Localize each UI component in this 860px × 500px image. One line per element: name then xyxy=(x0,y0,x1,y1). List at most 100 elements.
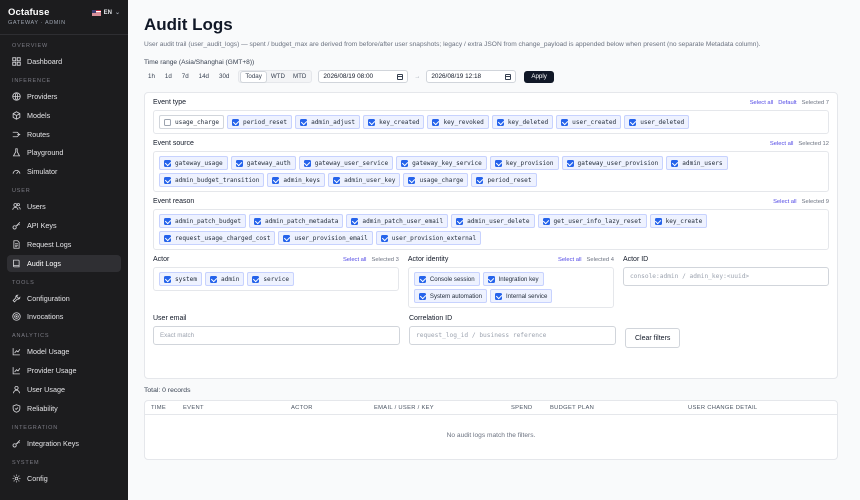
filter-option-event-type[interactable]: key_deleted xyxy=(491,115,554,129)
event-type-select-all[interactable]: Select all xyxy=(750,100,774,106)
sidebar-item-models[interactable]: Models xyxy=(7,107,121,124)
correlation-id-input[interactable]: request_log_id / business reference xyxy=(409,326,616,345)
checkbox-checked-icon[interactable] xyxy=(351,217,359,225)
event-source-select-all[interactable]: Select all xyxy=(770,141,794,147)
filter-option-actor-identity[interactable]: Integration key xyxy=(482,272,544,286)
checkbox-checked-icon[interactable] xyxy=(496,118,504,126)
checkbox-checked-icon[interactable] xyxy=(333,176,341,184)
filter-option-actor-identity[interactable]: Console session xyxy=(413,272,480,286)
sidebar-item-dashboard[interactable]: Dashboard xyxy=(7,53,121,70)
actor-select-all[interactable]: Select all xyxy=(343,257,367,263)
sidebar-item-routes[interactable]: Routes xyxy=(7,126,121,143)
column-header-event[interactable]: EVENT xyxy=(183,405,204,411)
filter-option-event-source[interactable]: usage_charge xyxy=(403,173,469,187)
quick-range-30d[interactable]: 30d xyxy=(215,71,233,83)
sidebar-item-configuration[interactable]: Configuration xyxy=(7,290,121,307)
filter-option-event-type[interactable]: usage_charge xyxy=(159,115,225,129)
checkbox-checked-icon[interactable] xyxy=(368,118,376,126)
checkbox-checked-icon[interactable] xyxy=(456,217,464,225)
filter-option-event-type[interactable]: key_revoked xyxy=(427,115,489,129)
checkbox-checked-icon[interactable] xyxy=(164,217,171,225)
event-type-default[interactable]: Default xyxy=(778,100,796,106)
checkbox-checked-icon[interactable] xyxy=(418,275,426,283)
checkbox-checked-icon[interactable] xyxy=(272,176,280,184)
sidebar-item-api-keys[interactable]: API Keys xyxy=(7,217,121,234)
checkbox-checked-icon[interactable] xyxy=(254,217,262,225)
sidebar-item-integration-keys[interactable]: Integration Keys xyxy=(7,435,121,452)
column-header-budget-plan[interactable]: BUDGET PLAN xyxy=(550,405,594,411)
sidebar-item-model-usage[interactable]: Model Usage xyxy=(7,343,121,360)
sidebar-item-providers[interactable]: Providers xyxy=(7,88,121,105)
apply-button[interactable]: Apply xyxy=(524,70,554,83)
checkbox-checked-icon[interactable] xyxy=(542,217,550,225)
sidebar-item-invocations[interactable]: Invocations xyxy=(7,308,121,325)
filter-option-event-type[interactable]: key_created xyxy=(363,115,425,129)
filter-option-actor[interactable]: system xyxy=(159,272,203,286)
from-datetime-input[interactable]: 2026/08/19 08:00 xyxy=(318,70,409,83)
filter-option-event-source[interactable]: gateway_user_service xyxy=(298,156,394,170)
quick-range-1h[interactable]: 1h xyxy=(144,71,159,83)
filter-option-event-type[interactable]: period_reset xyxy=(227,115,293,129)
sidebar-item-playground[interactable]: Playground xyxy=(7,144,121,161)
sidebar-item-users[interactable]: Users xyxy=(7,198,121,215)
filter-option-event-reason[interactable]: key_create xyxy=(649,214,708,228)
filter-option-actor-identity[interactable]: System automation xyxy=(413,289,488,303)
quick-range-7d[interactable]: 7d xyxy=(178,71,193,83)
checkbox-checked-icon[interactable] xyxy=(671,159,679,167)
filter-option-event-reason[interactable]: user_provision_external xyxy=(375,231,482,245)
checkbox-checked-icon[interactable] xyxy=(252,275,260,283)
checkbox-checked-icon[interactable] xyxy=(654,217,662,225)
filter-option-event-source[interactable]: key_provision xyxy=(489,156,559,170)
clear-filters-button[interactable]: Clear filters xyxy=(625,328,681,348)
column-header-user-change-detail[interactable]: USER CHANGE DETAIL xyxy=(688,405,757,411)
language-switcher[interactable]: EN ⌄ xyxy=(91,9,120,16)
checkbox-checked-icon[interactable] xyxy=(164,159,171,167)
checkbox-checked-icon[interactable] xyxy=(487,275,495,283)
checkbox-checked-icon[interactable] xyxy=(401,159,409,167)
filter-option-event-reason[interactable]: get_user_info_lazy_reset xyxy=(537,214,647,228)
checkbox-checked-icon[interactable] xyxy=(164,176,171,184)
filter-option-event-reason[interactable]: admin_patch_budget xyxy=(159,214,247,228)
checkbox-checked-icon[interactable] xyxy=(283,234,291,242)
filter-option-event-type[interactable]: user_created xyxy=(556,115,622,129)
sidebar-item-user-usage[interactable]: User Usage xyxy=(7,381,121,398)
column-header-email-user-key[interactable]: EMAIL / USER / KEY xyxy=(374,405,434,411)
actor-identity-select-all[interactable]: Select all xyxy=(558,257,582,263)
filter-option-event-source[interactable]: gateway_auth xyxy=(230,156,296,170)
sidebar-item-audit-logs[interactable]: Audit Logs xyxy=(7,254,121,272)
checkbox-checked-icon[interactable] xyxy=(418,292,426,300)
filter-option-event-type[interactable]: admin_adjust xyxy=(295,115,361,129)
filter-option-event-source[interactable]: gateway_usage xyxy=(159,156,228,170)
checkbox-checked-icon[interactable] xyxy=(235,159,243,167)
checkbox-checked-icon[interactable] xyxy=(476,176,484,184)
period-mtd[interactable]: MTD xyxy=(289,71,310,83)
filter-option-event-reason[interactable]: request_usage_charged_cost xyxy=(159,231,276,245)
user-email-input[interactable]: Exact match xyxy=(153,326,400,345)
checkbox-checked-icon[interactable] xyxy=(629,118,637,126)
filter-option-event-reason[interactable]: user_provision_email xyxy=(278,231,373,245)
checkbox-checked-icon[interactable] xyxy=(566,159,574,167)
checkbox-checked-icon[interactable] xyxy=(561,118,569,126)
filter-option-event-source[interactable]: gateway_key_service xyxy=(396,156,487,170)
checkbox-checked-icon[interactable] xyxy=(303,159,311,167)
quick-range-1d[interactable]: 1d xyxy=(161,71,176,83)
period-wtd[interactable]: WTD xyxy=(267,71,289,83)
column-header-actor[interactable]: ACTOR xyxy=(291,405,313,411)
checkbox-checked-icon[interactable] xyxy=(380,234,388,242)
actor-id-input[interactable]: console:admin / admin_key:<uuid> xyxy=(622,267,829,286)
filter-option-event-source[interactable]: admin_user_key xyxy=(328,173,401,187)
column-header-spend[interactable]: SPEND xyxy=(511,405,532,411)
checkbox-checked-icon[interactable] xyxy=(432,118,440,126)
checkbox-checked-icon[interactable] xyxy=(232,118,240,126)
sidebar-item-reliability[interactable]: Reliability xyxy=(7,400,121,417)
checkbox-unchecked-icon[interactable] xyxy=(164,118,171,126)
calendar-icon[interactable] xyxy=(505,73,512,80)
calendar-icon[interactable] xyxy=(397,73,404,80)
filter-option-event-source[interactable]: period_reset xyxy=(471,173,537,187)
filter-option-actor-identity[interactable]: Internal service xyxy=(490,289,553,303)
sidebar-item-simulator[interactable]: Simulator xyxy=(7,163,121,180)
filter-option-actor[interactable]: admin xyxy=(205,272,245,286)
sidebar-item-config[interactable]: Config xyxy=(7,470,121,487)
filter-option-event-source[interactable]: admin_budget_transition xyxy=(159,173,265,187)
checkbox-checked-icon[interactable] xyxy=(494,159,502,167)
